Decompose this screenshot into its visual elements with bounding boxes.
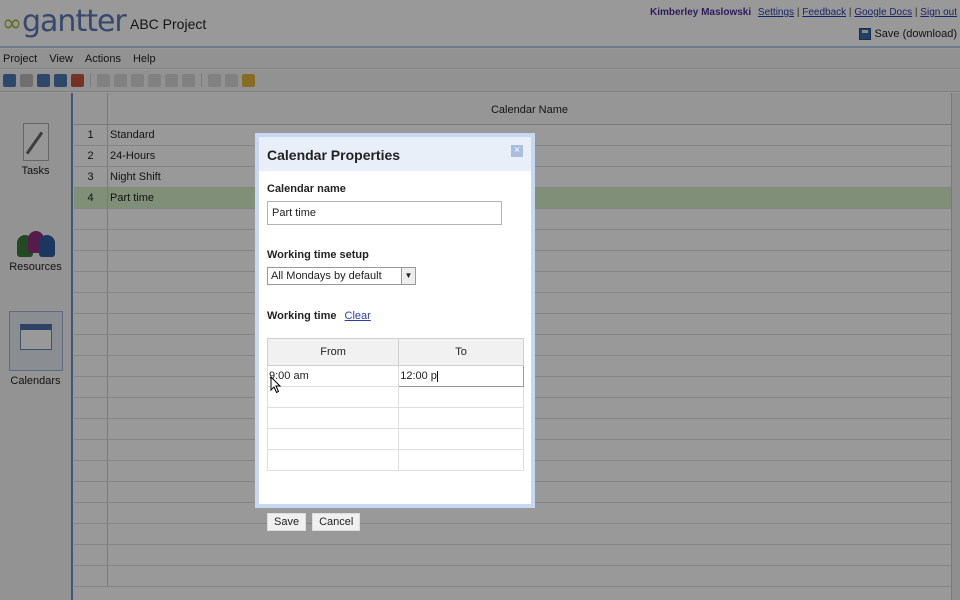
table-row bbox=[266, 428, 524, 450]
working-time-table: From To 9:00 am 12:00 p bbox=[266, 338, 524, 471]
close-icon[interactable]: × bbox=[511, 145, 523, 157]
from-cell[interactable] bbox=[266, 428, 400, 450]
from-cell[interactable] bbox=[266, 386, 400, 408]
working-time-row: Working time Clear bbox=[267, 310, 371, 322]
to-cell-value: 12:00 p bbox=[400, 370, 437, 382]
table-row: 9:00 am 12:00 p bbox=[266, 365, 524, 387]
text-cursor bbox=[436, 370, 438, 382]
calendar-name-label: Calendar name bbox=[267, 183, 346, 195]
dialog-title: Calendar Properties bbox=[259, 137, 531, 171]
calendar-properties-dialog: Calendar Properties × Calendar name Work… bbox=[255, 133, 535, 531]
from-cell[interactable] bbox=[266, 449, 400, 471]
clear-link[interactable]: Clear bbox=[345, 310, 371, 322]
table-row bbox=[266, 386, 524, 408]
to-cell-editing[interactable]: 12:00 p bbox=[398, 365, 524, 387]
calendar-name-input[interactable] bbox=[267, 201, 502, 225]
cancel-button[interactable]: Cancel bbox=[312, 513, 361, 531]
chevron-down-icon[interactable]: ▼ bbox=[401, 268, 415, 284]
from-cell[interactable] bbox=[266, 407, 400, 429]
from-column-header: From bbox=[266, 338, 400, 366]
to-cell[interactable] bbox=[398, 428, 524, 450]
table-row bbox=[266, 449, 524, 471]
to-column-header: To bbox=[398, 338, 524, 366]
from-cell[interactable]: 9:00 am bbox=[266, 365, 400, 387]
to-cell[interactable] bbox=[398, 449, 524, 471]
working-time-label: Working time bbox=[267, 310, 337, 322]
save-button[interactable]: Save bbox=[267, 513, 307, 531]
working-time-setup-label: Working time setup bbox=[267, 249, 369, 261]
to-cell[interactable] bbox=[398, 386, 524, 408]
table-row bbox=[266, 407, 524, 429]
setup-selected-value: All Mondays by default bbox=[271, 270, 382, 282]
dialog-buttons: Save Cancel bbox=[267, 513, 361, 531]
working-time-setup-select[interactable]: All Mondays by default ▼ bbox=[267, 267, 416, 285]
mouse-pointer-icon bbox=[270, 376, 282, 394]
to-cell[interactable] bbox=[398, 407, 524, 429]
